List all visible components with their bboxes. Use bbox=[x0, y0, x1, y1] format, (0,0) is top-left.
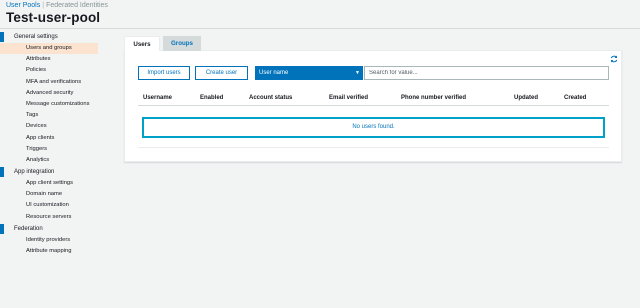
empty-table-message: No users found. bbox=[142, 117, 605, 138]
sidebar-item-app-clients[interactable]: App clients bbox=[0, 133, 110, 144]
sidebar-item-devices[interactable]: Devices bbox=[0, 121, 110, 132]
import-users-button[interactable]: Import users bbox=[138, 66, 190, 80]
column-header-updated[interactable]: Updated bbox=[514, 95, 538, 101]
breadcrumb-separator: | bbox=[42, 2, 45, 9]
refresh-icon[interactable] bbox=[610, 55, 618, 63]
sidebar: General settings Users and groups Attrib… bbox=[0, 31, 110, 257]
column-header-phone-verified[interactable]: Phone number verified bbox=[401, 95, 466, 101]
column-header-created[interactable]: Created bbox=[564, 95, 586, 101]
header-divider bbox=[0, 28, 640, 29]
sidebar-item-triggers[interactable]: Triggers bbox=[0, 144, 110, 155]
user-pools-link[interactable]: User Pools bbox=[6, 2, 40, 9]
column-header-email-verified[interactable]: Email verified bbox=[329, 95, 368, 101]
sidebar-item-attribute-mapping[interactable]: Attribute mapping bbox=[0, 246, 110, 257]
sidebar-section-label: Federation bbox=[14, 225, 43, 232]
section-marker bbox=[0, 32, 4, 42]
sidebar-section-general-settings[interactable]: General settings bbox=[0, 31, 110, 43]
breadcrumb: User Pools | Federated Identities bbox=[6, 2, 108, 9]
sidebar-item-domain-name[interactable]: Domain name bbox=[0, 189, 110, 200]
sidebar-item-identity-providers[interactable]: Identity providers bbox=[0, 235, 110, 246]
column-header-enabled[interactable]: Enabled bbox=[200, 95, 223, 101]
sidebar-item-ui-customization[interactable]: UI customization bbox=[0, 200, 110, 211]
sidebar-section-app-integration[interactable]: App integration bbox=[0, 166, 110, 178]
federated-identities-link[interactable]: Federated Identities bbox=[46, 2, 108, 9]
search-input[interactable] bbox=[364, 66, 609, 80]
table-footer-divider bbox=[138, 147, 609, 148]
tab-users[interactable]: Users bbox=[124, 36, 160, 51]
tab-groups[interactable]: Groups bbox=[163, 36, 201, 51]
refresh-icon-svg bbox=[610, 55, 618, 63]
column-header-username[interactable]: Username bbox=[143, 95, 172, 101]
sidebar-item-mfa[interactable]: MFA and verifications bbox=[0, 77, 110, 88]
sidebar-item-attributes[interactable]: Attributes bbox=[0, 54, 110, 65]
table-header-divider bbox=[138, 105, 609, 106]
sidebar-section-label: General settings bbox=[14, 34, 58, 40]
select-value: User name bbox=[259, 70, 289, 76]
create-user-button[interactable]: Create user bbox=[195, 66, 248, 80]
sidebar-item-policies[interactable]: Policies bbox=[0, 65, 110, 76]
sidebar-section-label: App integration bbox=[14, 169, 55, 176]
sidebar-item-tags[interactable]: Tags bbox=[0, 110, 110, 121]
search-attribute-select[interactable]: User name ▼ bbox=[255, 66, 363, 80]
section-marker bbox=[0, 167, 4, 178]
page-title: Test-user-pool bbox=[6, 10, 101, 25]
sidebar-item-message-customizations[interactable]: Message customizations bbox=[0, 99, 110, 110]
section-marker bbox=[0, 223, 4, 234]
sidebar-section-federation[interactable]: Federation bbox=[0, 223, 110, 235]
chevron-down-icon: ▼ bbox=[355, 70, 360, 76]
sidebar-item-users-and-groups[interactable]: Users and groups bbox=[0, 43, 98, 55]
sidebar-item-analytics[interactable]: Analytics bbox=[0, 155, 110, 166]
sidebar-item-app-client-settings[interactable]: App client settings bbox=[0, 178, 110, 189]
column-header-account-status[interactable]: Account status bbox=[249, 95, 292, 101]
sidebar-item-resource-servers[interactable]: Resource servers bbox=[0, 212, 110, 223]
sidebar-item-advanced-security[interactable]: Advanced security bbox=[0, 88, 110, 99]
